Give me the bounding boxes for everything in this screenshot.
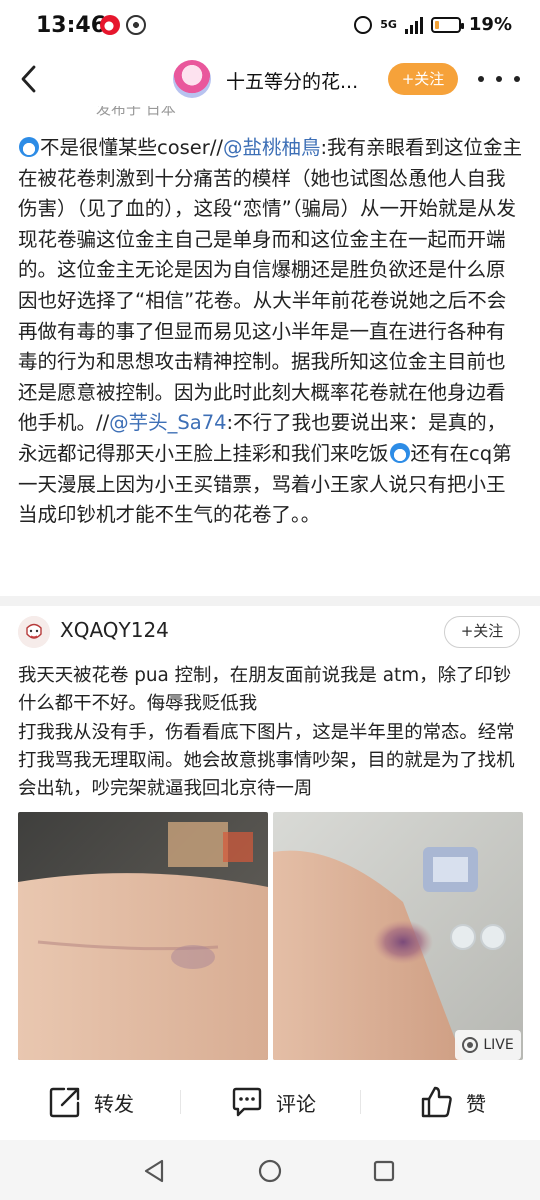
commenter-username[interactable]: XQAQY124 [60, 618, 169, 642]
chevron-left-icon [21, 65, 36, 93]
comment-paragraph: 打我我从没有手，伤看看底下图片，这是半年里的常态。经常打我骂我无理取闹。她会故意… [18, 721, 515, 800]
battery-level [434, 20, 439, 29]
battery-icon [430, 16, 464, 33]
comment-label: 评论 [276, 1091, 316, 1116]
more-dot-icon [496, 76, 502, 82]
action-separator [180, 1090, 181, 1114]
system-nav-bar [0, 1140, 540, 1200]
thumbs-up-icon [421, 1086, 452, 1118]
live-icon [462, 1037, 479, 1053]
battery-percent: 19% [468, 14, 512, 35]
commenter-follow-button[interactable]: +关注 [444, 616, 520, 648]
status-time: 13:46 [36, 13, 107, 38]
status-bar: 13:46 5G 19% [0, 0, 540, 52]
author-name[interactable]: 十五等分的花... [226, 67, 358, 94]
top-nav: 十五等分的花... +关注 [0, 52, 540, 108]
repost-text: 不是很懂某些coser//@盐桃柚鳥:我有亲眼看到这位金主在被花卷刺激到十分痛苦… [18, 133, 524, 531]
like-label: 赞 [466, 1091, 486, 1116]
comment-body: 我天天被花卷 pua 控制，在朋友面前说我是 atm，除了印钞什么都干不好。侮辱… [18, 662, 528, 803]
user-mention-link[interactable]: @芋头_Sa74 [109, 411, 226, 434]
user-mention-link[interactable]: @盐桃柚鳥 [223, 136, 321, 159]
network-label: 5G [380, 18, 397, 31]
action-bar: 转发 评论 赞 [0, 1066, 540, 1140]
repost-button[interactable]: 转发 [48, 1082, 134, 1122]
status-app-icons [100, 15, 146, 35]
injury-photo-1[interactable] [18, 812, 268, 1060]
weibo-notification-icon [100, 15, 120, 35]
more-dot-icon [478, 76, 484, 82]
signal-icon [404, 16, 423, 34]
nav-home-icon[interactable] [258, 1159, 282, 1183]
live-photo-badge[interactable]: LIVE [455, 1030, 521, 1060]
more-dot-icon [514, 76, 520, 82]
status-right: 5G 19% [354, 14, 512, 35]
section-divider [0, 596, 540, 606]
commenter-avatar[interactable] [18, 616, 50, 648]
follow-button[interactable]: +关注 [388, 63, 458, 95]
post-text: 不是很懂某些coser// [40, 136, 223, 159]
comment-button[interactable]: 评论 [230, 1082, 316, 1122]
cartoon-face-icon [18, 616, 50, 648]
more-options-button[interactable] [478, 66, 520, 92]
action-separator [360, 1090, 361, 1114]
live-label: LIVE [483, 1037, 514, 1053]
post-text: :我有亲眼看到这位金主在被花卷刺激到十分痛苦的模样（她也试图怂恿他人自我伤害）（… [18, 136, 523, 435]
doraemon-emoji-icon [19, 137, 39, 157]
nav-back-icon[interactable] [143, 1159, 165, 1183]
author-avatar[interactable] [173, 60, 211, 98]
comment-icon [232, 1087, 262, 1117]
like-button[interactable]: 赞 [420, 1082, 486, 1122]
injury-photo-2[interactable] [273, 812, 523, 1060]
back-button[interactable] [14, 62, 48, 96]
chat-notification-icon [126, 15, 146, 35]
comment-paragraph: 我天天被花卷 pua 控制，在朋友面前说我是 atm，除了印钞什么都干不好。侮辱… [18, 665, 512, 715]
alarm-icon [354, 15, 373, 34]
doraemon-emoji-icon [389, 442, 410, 463]
share-icon [49, 1087, 80, 1118]
nav-recents-icon[interactable] [373, 1160, 395, 1182]
repost-label: 转发 [94, 1091, 134, 1116]
